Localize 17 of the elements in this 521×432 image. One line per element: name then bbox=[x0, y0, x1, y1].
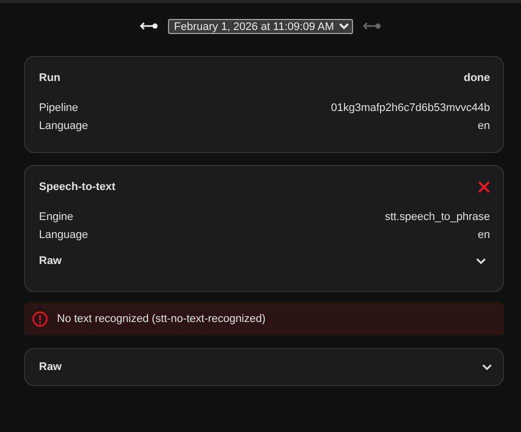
field-value: en bbox=[478, 228, 490, 243]
field-value: stt.speech_to_phrase bbox=[384, 210, 490, 225]
field-label: Pipeline bbox=[39, 101, 78, 116]
field-label: Engine bbox=[39, 210, 74, 225]
field-value: 01kg3mafp2h6c7d6b53mvvc44b bbox=[330, 101, 490, 116]
field-label: Language bbox=[39, 119, 88, 134]
status-text: done bbox=[464, 72, 490, 84]
card-title: Run bbox=[39, 72, 60, 84]
raw-expander[interactable]: Raw bbox=[39, 251, 490, 271]
card-title: Speech-to-text bbox=[39, 181, 116, 193]
field-label: Language bbox=[39, 228, 88, 243]
raw-expander[interactable]: Raw bbox=[24, 348, 504, 386]
prev-arrow-button[interactable] bbox=[138, 20, 160, 32]
error-icon bbox=[32, 311, 48, 327]
run-select[interactable]: February 1, 2026 at 11:09:09 AM bbox=[168, 18, 353, 34]
field-value: en bbox=[478, 119, 490, 134]
error-message: No text recognized (stt-no-text-recognized) bbox=[57, 313, 266, 325]
